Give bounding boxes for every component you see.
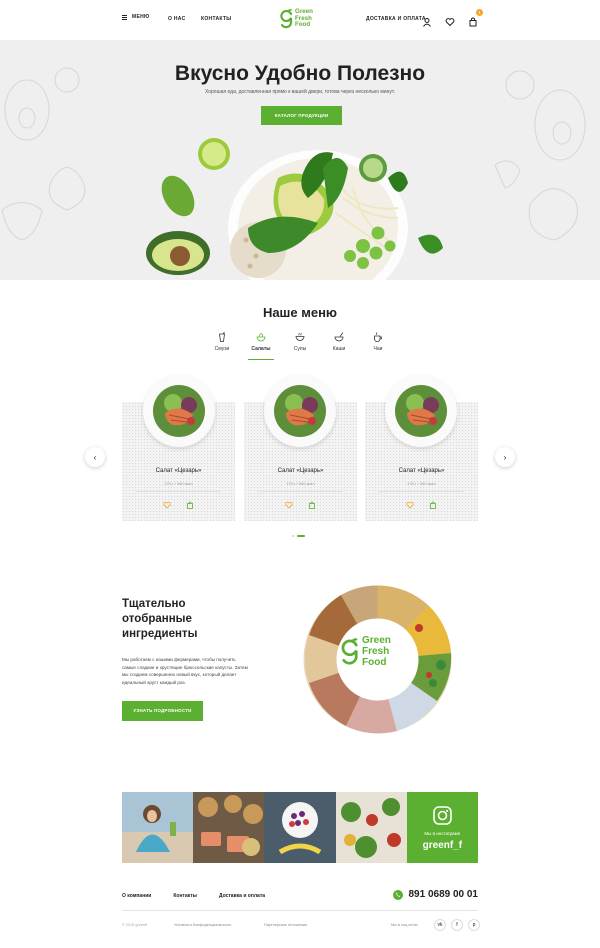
divider — [258, 491, 343, 492]
phone-icon — [393, 889, 404, 900]
logo-line-1: Green — [362, 635, 391, 646]
cart-icon[interactable]: 1 — [468, 9, 483, 27]
product-meta: 170 г / 340 ккал — [407, 481, 436, 486]
copyright: © 2016 greenff — [122, 923, 148, 927]
terms-link[interactable]: Условия и Конфиденциальность — [174, 923, 231, 927]
logo-line-2: Fresh — [362, 646, 390, 657]
product-meta: 170 г / 340 ккал — [164, 481, 193, 486]
product-name: Салат «Цезарь» — [277, 468, 324, 474]
divider — [136, 491, 221, 492]
instagram-gallery: Мы в инстаграме greenf_f — [122, 792, 478, 863]
tab-porridge[interactable]: Каши — [322, 332, 356, 352]
product-name: Салат «Цезарь» — [155, 468, 202, 474]
phone-number: 891 0689 00 01 — [408, 889, 478, 900]
tab-label: Чаи — [373, 346, 383, 352]
ingredients-wheel-image: Green Fresh Food — [301, 583, 454, 736]
doodle-vegetables-right — [494, 70, 586, 241]
tab-smoothie[interactable]: Смузи — [205, 332, 239, 352]
tab-salads[interactable]: Салаты — [244, 332, 278, 360]
tab-tea[interactable]: Чаи — [361, 332, 395, 352]
hamburger-icon — [122, 14, 127, 20]
footer-link-delivery[interactable]: Доставка и оплата — [219, 893, 265, 899]
salad-icon — [256, 333, 266, 342]
cart-count-badge: 1 — [476, 9, 483, 16]
instagram-label: Мы в инстаграме — [424, 831, 461, 836]
cart-add-icon[interactable] — [429, 501, 437, 509]
hero-subtitle: Хорошая еда, доставленная прямо к вашей … — [204, 89, 396, 95]
logo-badge: Green Fresh Food — [341, 635, 415, 668]
learn-more-button[interactable]: УЗНАТЬ ПОДРОБНОСТИ — [122, 701, 203, 721]
instagram-handle: greenf_f — [422, 840, 463, 851]
nav-about[interactable]: О НАС — [168, 16, 186, 22]
pagination-dot[interactable] — [292, 535, 294, 537]
logo-g-icon — [280, 9, 293, 29]
ingredients-title: Тщательно отобранные ингредиенты — [122, 598, 198, 640]
chevron-left-icon: ‹ — [93, 452, 97, 462]
soup-icon — [295, 332, 305, 341]
category-tabs: Смузи Салаты Супы Каши Чаи — [205, 332, 395, 360]
product-meta: 170 г / 340 ккал — [286, 481, 315, 486]
carousel-prev-button[interactable]: ‹ — [85, 447, 105, 467]
instagram-icon — [432, 806, 452, 825]
menu-section-title: Наше меню — [262, 305, 338, 320]
menu-toggle[interactable]: МЕНЮ — [122, 14, 149, 20]
gallery-photo[interactable] — [122, 792, 194, 863]
logo-line-3: Food — [362, 657, 387, 668]
logo[interactable]: Green Fresh Food — [280, 5, 320, 33]
heart-icon[interactable] — [406, 501, 414, 509]
heart-icon[interactable] — [285, 501, 293, 509]
partners-link[interactable]: Партнерские отношения — [264, 923, 307, 927]
menu-label: МЕНЮ — [132, 14, 150, 20]
footer-phone[interactable]: 891 0689 00 01 — [393, 889, 478, 900]
vk-icon[interactable]: vk — [434, 919, 446, 931]
pinterest-icon[interactable]: p — [468, 919, 480, 931]
salad-bowl-image — [146, 138, 443, 280]
tea-icon — [374, 332, 382, 342]
facebook-icon[interactable]: f — [451, 919, 463, 931]
footer-divider — [122, 910, 478, 911]
product-name: Салат «Цезарь» — [398, 468, 445, 474]
user-icon[interactable] — [422, 14, 432, 27]
cart-add-icon[interactable] — [186, 501, 194, 509]
catalog-button[interactable]: КАТАЛОГ ПРОДУКЦИИ — [261, 106, 342, 125]
social-label: Мы в соц.сетях — [391, 923, 418, 927]
tab-soups[interactable]: Супы — [283, 332, 317, 352]
pagination-dot-active[interactable] — [297, 535, 305, 537]
tab-label: Салаты — [251, 346, 271, 352]
social-links: vk f p — [434, 919, 480, 931]
heart-icon[interactable] — [445, 14, 455, 27]
tab-label: Смузи — [214, 346, 230, 352]
footer-nav: О компании Контакты Доставка и оплата — [122, 893, 265, 899]
gallery-photo[interactable] — [264, 792, 336, 863]
logo-g-icon — [341, 637, 358, 665]
logo-line-3: Food — [295, 21, 311, 29]
carousel-pagination — [292, 535, 305, 537]
nav-contacts[interactable]: КОНТАКТЫ — [201, 16, 231, 22]
tab-label: Каши — [332, 346, 346, 352]
chevron-right-icon: › — [503, 452, 507, 462]
divider — [379, 491, 464, 492]
smoothie-icon — [219, 332, 225, 342]
carousel-next-button[interactable]: › — [495, 447, 515, 467]
footer-link-contacts[interactable]: Контакты — [173, 893, 197, 899]
gallery-photo[interactable] — [335, 792, 407, 863]
porridge-icon — [334, 332, 344, 342]
tab-label: Супы — [293, 346, 307, 352]
ingredients-text: Мы работаем с нашими фермерами, чтобы по… — [122, 657, 248, 685]
gallery-photo[interactable] — [193, 792, 265, 863]
salad-plate-image — [385, 375, 457, 447]
instagram-tile[interactable]: Мы в инстаграме greenf_f — [406, 792, 478, 863]
header: МЕНЮ О НАС КОНТАКТЫ Green Fresh Food ДОС… — [0, 0, 600, 40]
cart-add-icon[interactable] — [308, 501, 316, 509]
salad-plate-image — [143, 375, 215, 447]
heart-icon[interactable] — [163, 501, 171, 509]
hero-title: Вкусно Удобно Полезно — [174, 62, 426, 85]
salad-plate-image — [264, 375, 336, 447]
footer-link-about[interactable]: О компании — [122, 893, 151, 899]
nav-delivery[interactable]: ДОСТАВКА И ОПЛАТА — [366, 16, 426, 22]
hero-banner: Вкусно Удобно Полезно Хорошая еда, доста… — [0, 40, 600, 280]
